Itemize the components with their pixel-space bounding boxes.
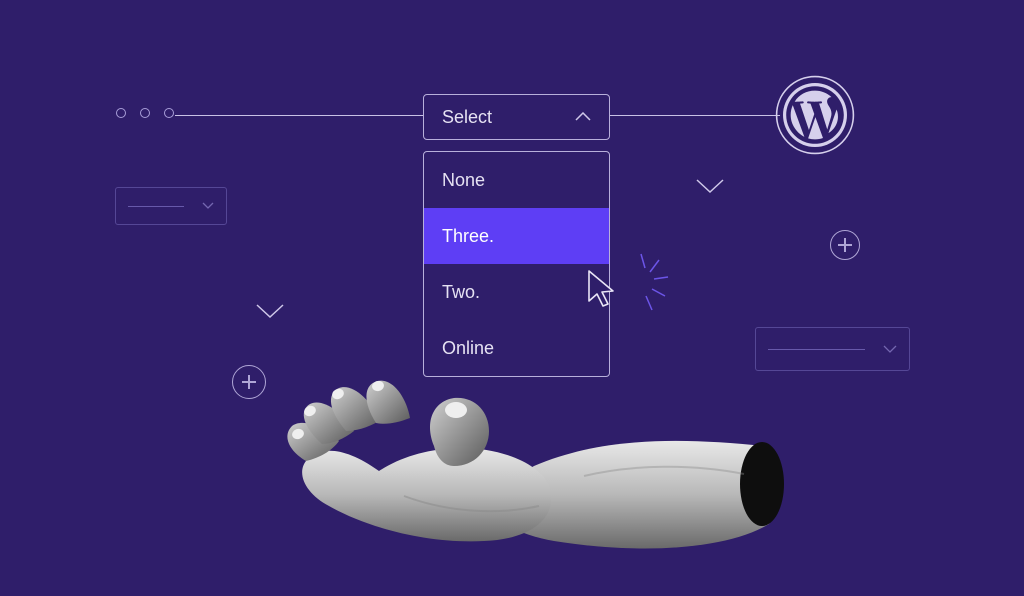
select-option-two[interactable]: Two. xyxy=(424,264,609,320)
chevron-up-icon xyxy=(575,112,591,122)
option-label-online: Online xyxy=(442,338,494,359)
wordpress-icon xyxy=(775,75,855,155)
plus-icon xyxy=(232,365,266,399)
select-dropdown: None Three. Two. Online xyxy=(423,151,610,377)
plus-icon xyxy=(830,230,860,260)
chevron-down-icon xyxy=(202,202,214,210)
ghost-dropdown-large xyxy=(755,327,910,371)
chevron-down-icon xyxy=(255,303,285,321)
select-option-none[interactable]: None xyxy=(424,152,609,208)
chevron-down-icon xyxy=(695,178,725,196)
ghost-dropdown-small xyxy=(115,187,227,225)
hand-image xyxy=(284,376,784,576)
ellipsis-icon xyxy=(116,108,174,118)
illustration-canvas: Select None Three. Two. Online xyxy=(0,0,1024,596)
ghost-placeholder-line xyxy=(128,206,184,207)
chevron-down-icon xyxy=(883,345,897,354)
option-label-two: Two. xyxy=(442,282,480,303)
cursor-icon xyxy=(586,269,620,309)
option-label-three: Three. xyxy=(442,226,494,247)
select-trigger[interactable]: Select xyxy=(423,94,610,140)
select-label: Select xyxy=(442,107,492,128)
option-label-none: None xyxy=(442,170,485,191)
connector-line-left xyxy=(175,115,423,116)
select-option-online[interactable]: Online xyxy=(424,320,609,376)
select-option-three[interactable]: Three. xyxy=(424,208,609,264)
connector-line-right xyxy=(610,115,780,116)
ghost-placeholder-line xyxy=(768,349,865,350)
